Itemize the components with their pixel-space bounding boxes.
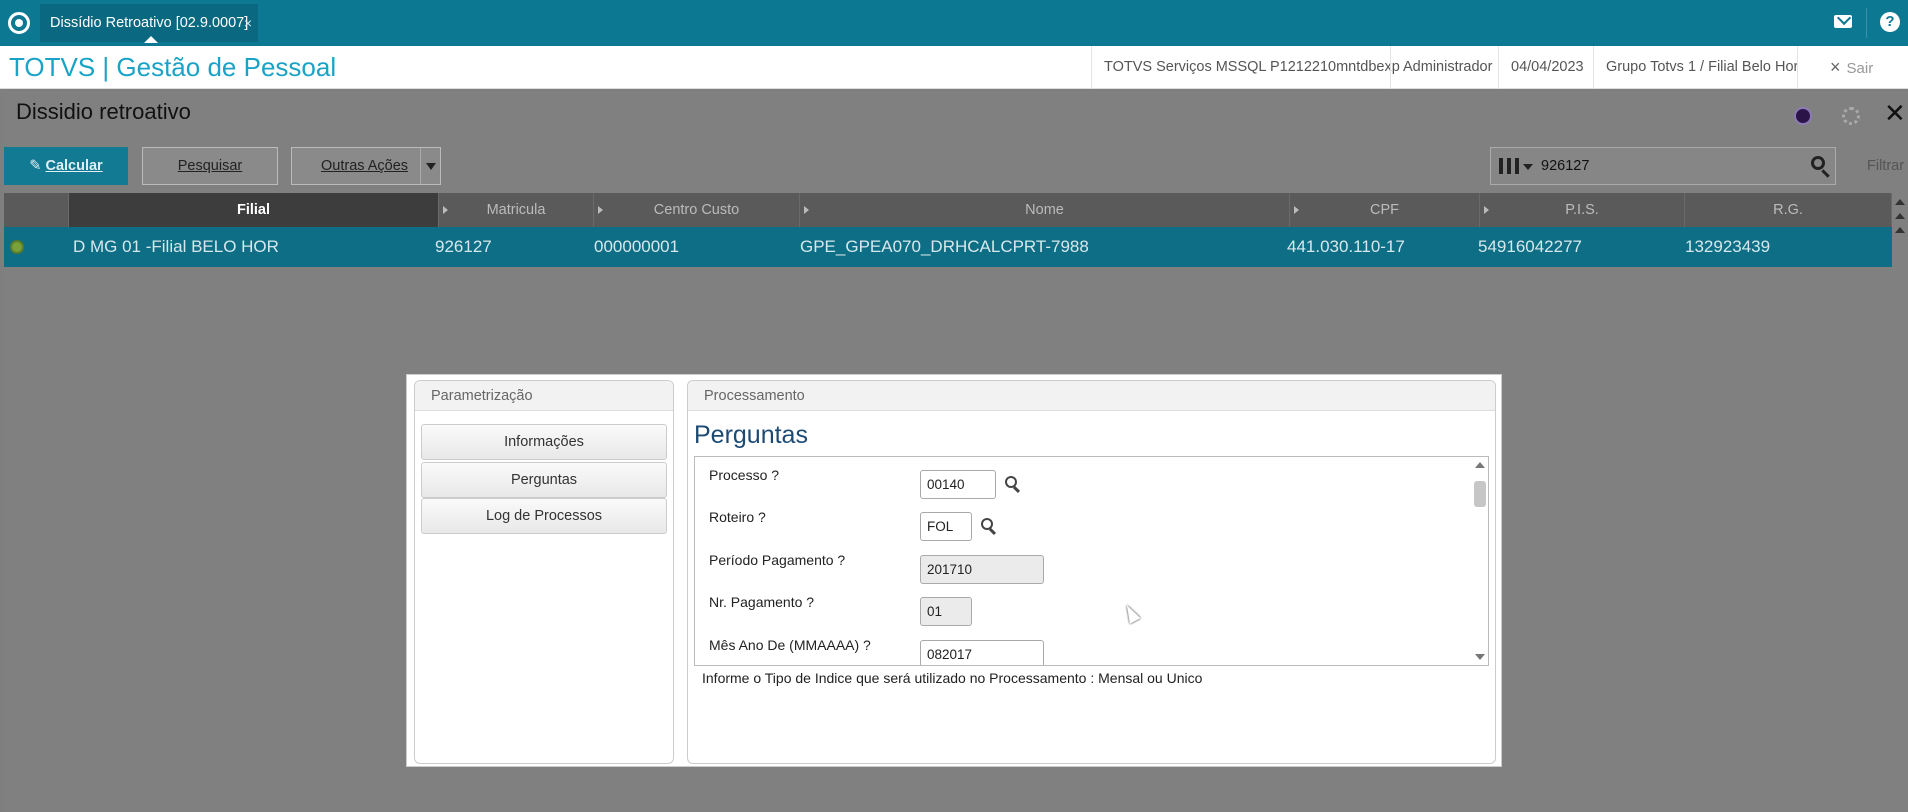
outras-acoes-label: Outras Ações [321,158,409,174]
search-icon[interactable] [1005,476,1017,488]
date-info: 04/04/2023 [1498,46,1596,89]
table-row[interactable]: D MG 01 -Filial BELO HOR 926127 00000000… [4,227,1892,267]
outras-acoes-button[interactable]: Outras Ações [291,147,441,185]
perguntas-button[interactable]: Perguntas [421,462,667,498]
informacoes-button[interactable]: Informações [421,424,667,460]
search-icon[interactable] [981,518,993,530]
cell-matricula: 926127 [435,237,492,256]
questions-scrollbar[interactable] [1472,457,1488,665]
tab-dissidio-retroativo[interactable]: Dissídio Retroativo [02.9.0007] × [40,4,258,43]
column-header-label: P.I.S. [1565,202,1599,218]
logout-label: Sair [1846,60,1874,77]
tab-active-indicator [144,36,158,43]
processo-input[interactable]: 00140 [920,470,996,499]
column-header-pis[interactable]: P.I.S. [1480,193,1685,227]
topbar-divider [1866,8,1867,38]
totvs-logo-icon[interactable] [8,12,30,34]
column-header-rg[interactable]: R.G. [1685,193,1892,227]
periodo-pagamento-input[interactable]: 201710 [920,555,1044,584]
columns-icon[interactable] [1499,158,1519,174]
column-header-cpf[interactable]: CPF [1290,193,1480,227]
question-help-text: Informe o Tipo de Indice que será utiliz… [702,670,1203,686]
chevron-down-icon[interactable] [420,148,440,184]
question-label: Roteiro ? [709,509,766,525]
column-header-matricula[interactable]: Matricula [439,193,594,227]
cell-pis: 54916042277 [1478,237,1583,256]
cell-centro-custo: 000000001 [594,237,680,256]
page-title: Dissidio retroativo [16,99,191,124]
grid-scrollbar[interactable] [1892,193,1908,253]
column-header-label: CPF [1370,202,1399,218]
column-header-label: Nome [1025,202,1064,218]
calcular-button[interactable]: ✎ Calcular [4,147,128,185]
sort-icon [1484,206,1489,214]
scroll-page-up-icon[interactable] [1895,213,1905,219]
close-icon: × [1830,57,1841,77]
question-label: Período Pagamento ? [709,552,846,568]
scroll-up-icon[interactable] [1895,227,1905,233]
app-header: TOTVS | Gestão de Pessoal TOTVS Serviços… [0,46,1908,89]
cell-filial: D MG 01 -Filial BELO HOR [73,237,279,256]
column-header-filial[interactable]: Filial [69,193,439,227]
sort-icon [1294,206,1299,214]
status-legend-icon [10,240,24,254]
app-title: TOTVS | Gestão de Pessoal [9,52,337,82]
column-header-centro-custo[interactable]: Centro Custo [594,193,800,227]
column-header-nome[interactable]: Nome [800,193,1290,227]
roteiro-input[interactable]: FOL [920,512,972,541]
processamento-title: Processamento [688,381,1495,411]
cell-nome: GPE_GPEA070_DRHCALCPRT-7988 [800,237,1089,256]
log-processos-button[interactable]: Log de Processos [421,498,667,534]
cell-rg: 132923439 [1685,237,1771,256]
header-divider [1797,46,1798,89]
logout-button[interactable]: × Sair [1830,46,1873,90]
scroll-up-icon[interactable] [1475,462,1485,468]
sort-icon [443,206,448,214]
pesquisar-button[interactable]: Pesquisar [142,147,278,185]
search-input[interactable]: 926127 [1541,148,1589,184]
scroll-thumb[interactable] [1474,481,1486,507]
sort-icon [598,206,603,214]
mail-icon[interactable] [1834,15,1852,28]
question-label: Mês Ano De (MMAAAA) ? [709,637,871,653]
search-icon[interactable] [1811,156,1825,170]
parametrizacao-panel: Parametrização Informações Perguntas Log… [414,380,674,764]
cell-cpf: 441.030.110-17 [1287,237,1405,256]
company-info[interactable]: Grupo Totvs 1 / Filial Belo Hor [1593,46,1810,89]
questions-area: Processo ? 00140 Roteiro ? FOL Período P… [694,456,1489,666]
section-title: Perguntas [694,421,808,449]
processamento-panel: Processamento Perguntas Processo ? 00140… [687,380,1496,764]
pesquisar-label: Pesquisar [177,158,243,174]
chevron-down-icon[interactable] [1523,164,1533,170]
mes-ano-de-input[interactable]: 082017 [920,640,1044,665]
close-window-icon[interactable]: ✕ [1884,100,1906,126]
parametrizacao-title: Parametrização [415,381,673,411]
process-dialog: Parametrização Informações Perguntas Log… [406,374,1502,767]
help-icon[interactable]: ? [1880,12,1900,32]
environment-info: TOTVS Serviços MSSQL P1212210mntdbexp [1091,46,1412,89]
user-info: Administrador [1390,46,1504,89]
grid-header: Filial Matricula Centro Custo Nome CPF P… [4,193,1892,227]
grid-header-status [4,193,69,227]
search-box: 926127 [1490,147,1836,185]
sort-icon [804,206,809,214]
gear-icon[interactable] [1842,107,1860,125]
calcular-label: Calcular [45,158,103,174]
column-header-label: Matricula [486,202,546,218]
filtrar-link[interactable]: Filtrar [1867,147,1904,185]
scroll-top-icon[interactable] [1895,199,1905,205]
column-header-label: Centro Custo [653,202,740,218]
tab-close-icon[interactable]: × [244,4,252,42]
question-label: Processo ? [709,467,780,483]
scroll-down-icon[interactable] [1475,654,1485,660]
top-bar: Dissídio Retroativo [02.9.0007] × ? [0,0,1908,46]
tab-label: Dissídio Retroativo [02.9.0007] [50,15,249,31]
status-orb-icon[interactable] [1794,107,1812,125]
nr-pagamento-input[interactable]: 01 [920,597,972,626]
question-label: Nr. Pagamento ? [709,594,815,610]
